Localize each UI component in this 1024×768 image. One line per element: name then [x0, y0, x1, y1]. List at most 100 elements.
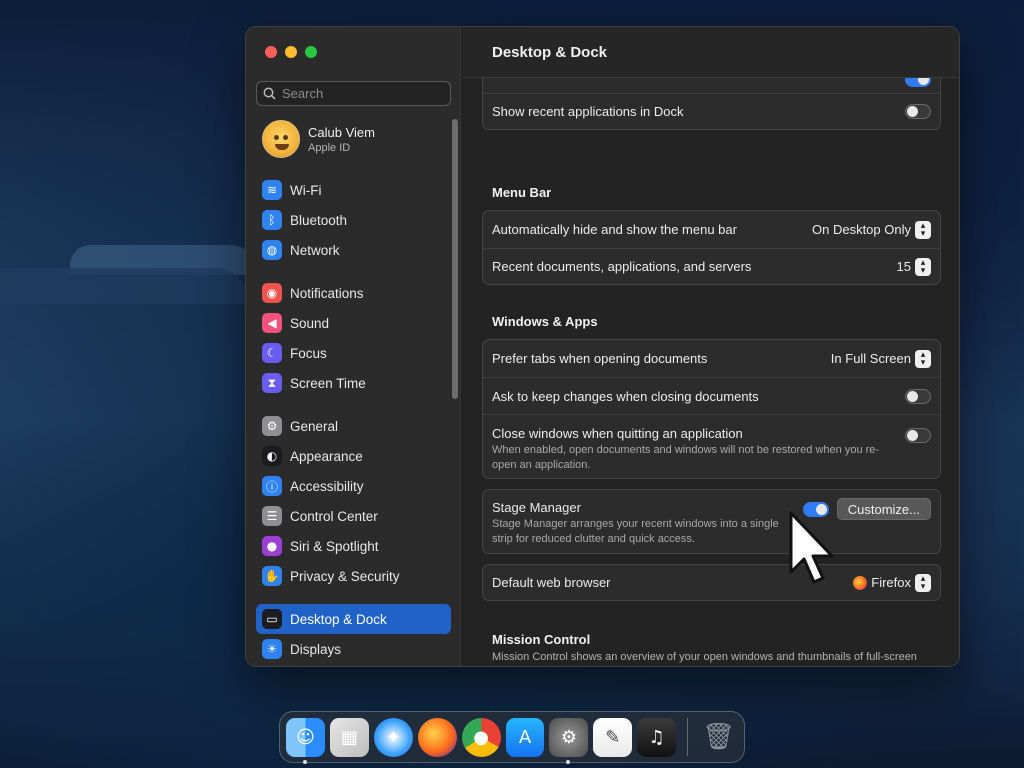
recent-docs-row: Recent documents, applications, and serv… [483, 248, 940, 284]
close-window-button[interactable] [265, 46, 277, 58]
hand-icon: ✋ [262, 566, 282, 586]
speaker-icon: ◀ [262, 313, 282, 333]
wallpaper-island [0, 268, 250, 304]
default-browser-popup[interactable]: Firefox ▴ ▾ [853, 573, 931, 592]
customize-button[interactable]: Customize... [836, 498, 931, 520]
firefox-icon [853, 575, 868, 590]
bluetooth-icon: ᛒ [262, 210, 282, 230]
chevron-updown-icon: ▴ ▾ [915, 257, 931, 276]
search-input[interactable] [282, 86, 442, 101]
sidebar-item-label: General [290, 418, 339, 434]
sidebar-item-siri-spotlight[interactable]: ● Siri & Spotlight [256, 531, 451, 561]
sidebar-item-label: Focus [290, 345, 327, 361]
sidebar-scrollbar[interactable] [452, 119, 458, 399]
trash-icon[interactable]: 🗑 [699, 718, 738, 757]
chevron-updown-icon: ▴ ▾ [915, 220, 931, 239]
stage-manager-group: Stage Manager Stage Manager arranges you… [482, 489, 941, 554]
prefer-tabs-label: Prefer tabs when opening documents [492, 351, 708, 366]
mission-control-description: Mission Control shows an overview of you… [492, 651, 917, 663]
hourglass-icon: ⧗ [262, 373, 282, 393]
sidebar-item-label: Displays [290, 641, 342, 657]
sidebar-item-desktop-dock[interactable]: ▭ Desktop & Dock [256, 604, 451, 634]
chevron-updown-icon: ▴ ▾ [915, 349, 931, 368]
sidebar-nav: ≋ Wi-Fi ᛒ Bluetooth ◍ Network ◉ Notifications ◀ S… [256, 175, 451, 664]
sidebar-item-wi-fi[interactable]: ≋ Wi-Fi [256, 175, 451, 205]
running-indicator [303, 759, 307, 764]
sidebar-item-appearance[interactable]: ◐ Appearance [256, 441, 451, 471]
sidebar-divider [256, 265, 451, 278]
chrome-icon[interactable]: ● [461, 717, 501, 757]
recent-apps-label: Show recent applications in Dock [492, 104, 684, 119]
sidebar-item-displays[interactable]: ☀ Displays [256, 634, 451, 664]
finder-icon[interactable]: ☺ [286, 717, 325, 764]
ask-keep-row: Ask to keep changes when closing documen… [483, 377, 940, 414]
close-windows-label: Close windows when quitting an applicati… [492, 426, 743, 441]
zoom-window-button[interactable] [305, 46, 317, 58]
close-windows-toggle[interactable] [905, 428, 931, 443]
autohide-menu-value: On Desktop Only [812, 222, 911, 237]
default-browser-value: Firefox [871, 575, 911, 590]
windows-apps-heading: Windows & Apps [492, 314, 598, 329]
sidebar-item-privacy-security[interactable]: ✋ Privacy & Security [256, 561, 451, 591]
mouse-pointer-icon [789, 511, 834, 584]
autohide-menu-label: Automatically hide and show the menu bar [492, 222, 737, 237]
apple-id-account[interactable]: Calub Viem Apple ID [262, 120, 375, 158]
sidebar-item-label: Appearance [290, 448, 363, 464]
ask-keep-label: Ask to keep changes when closing documen… [492, 388, 759, 404]
app-store-icon[interactable]: A [505, 717, 545, 757]
stage-manager-label: Stage Manager [492, 500, 581, 515]
textedit-icon[interactable]: ✎ [593, 717, 633, 757]
autohide-menu-popup[interactable]: On Desktop Only ▴ ▾ [812, 220, 931, 239]
menu-bar-group: Automatically hide and show the menu bar… [482, 210, 941, 285]
safari-icon[interactable]: ✦ [373, 717, 413, 757]
system-settings-icon[interactable]: ⚙ [549, 717, 589, 764]
sidebar-item-control-center[interactable]: ☰ Control Center [256, 501, 451, 531]
search-field[interactable] [256, 81, 451, 106]
sidebar-item-network[interactable]: ◍ Network [256, 235, 451, 265]
garageband-icon[interactable]: ♫ [637, 717, 677, 757]
autohide-menu-row: Automatically hide and show the menu bar… [483, 211, 940, 248]
minimize-window-button[interactable] [285, 46, 297, 58]
sidebar-item-bluetooth[interactable]: ᛒ Bluetooth [256, 205, 451, 235]
recent-apps-toggle[interactable] [905, 104, 931, 119]
sidebar-item-accessibility[interactable]: ⓘ Accessibility [256, 471, 451, 501]
running-indicator [566, 759, 571, 764]
sidebar-item-label: Bluetooth [290, 212, 348, 228]
prefer-tabs-popup[interactable]: In Full Screen ▴ ▾ [830, 349, 931, 368]
search-icon [263, 87, 276, 100]
launchpad-icon[interactable]: ▦ [329, 717, 369, 757]
account-name: Calub Viem [308, 124, 375, 140]
chevron-updown-icon: ▴ ▾ [915, 573, 931, 592]
mission-control-heading: Mission Control [492, 632, 591, 647]
main-pane: Desktop & Dock Show recent applications … [462, 27, 959, 666]
sidebar-divider [256, 398, 451, 411]
settings-content: Show recent applications in Dock Menu Ba… [482, 78, 941, 666]
page-title: Desktop & Dock [462, 27, 959, 78]
hidden-row [483, 78, 940, 93]
recent-docs-popup[interactable]: 15 ▴ ▾ [897, 257, 931, 276]
sidebar: Calub Viem Apple ID ≋ Wi-Fi ᛒ Bluetooth ◍ Net… [246, 27, 461, 666]
sidebar-item-screen-time[interactable]: ⧗ Screen Time [256, 368, 451, 398]
browser-group: Default web browser Firefox ▴ ▾ [482, 564, 941, 601]
moon-icon: ☾ [262, 343, 282, 363]
gear-icon: ⚙ [262, 416, 282, 436]
sidebar-item-general[interactable]: ⚙ General [256, 411, 451, 441]
sidebar-item-notifications[interactable]: ◉ Notifications [256, 278, 451, 308]
sidebar-item-focus[interactable]: ☾ Focus [256, 338, 451, 368]
sidebar-item-label: Control Center [290, 508, 378, 524]
ask-keep-toggle[interactable] [905, 388, 931, 404]
sidebar-divider [256, 591, 451, 604]
dock-icon: ▭ [262, 609, 282, 629]
account-subtitle: Apple ID [308, 141, 351, 154]
sidebar-item-label: Accessibility [290, 478, 364, 494]
windows-apps-group: Prefer tabs when opening documents In Fu… [482, 339, 941, 479]
toggle-switch[interactable] [905, 78, 931, 87]
close-windows-description: When enabled, open documents and windows… [492, 444, 880, 471]
menu-bar-heading: Menu Bar [492, 185, 552, 200]
prefer-tabs-value: In Full Screen [830, 351, 911, 366]
default-browser-label: Default web browser [492, 575, 611, 590]
dock-separator [687, 718, 689, 756]
recent-apps-row: Show recent applications in Dock [483, 93, 940, 129]
firefox-icon[interactable] [417, 717, 457, 757]
sidebar-item-sound[interactable]: ◀ Sound [256, 308, 451, 338]
